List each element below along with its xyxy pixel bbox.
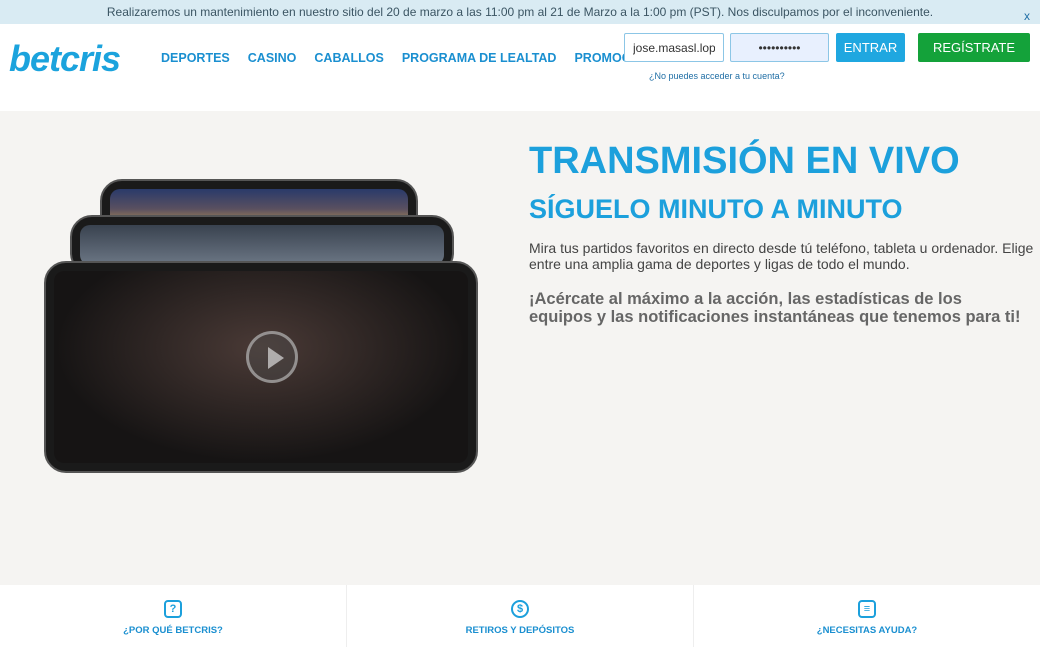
header: betcris DEPORTES CASINO CABALLOS PROGRAM… xyxy=(0,24,1040,111)
footer-links: ? ¿POR QUÉ BETCRIS? $ RETIROS Y DEPÓSITO… xyxy=(0,585,1040,647)
nav-deportes[interactable]: DEPORTES xyxy=(161,51,230,65)
why-betcris-link[interactable]: ? ¿POR QUÉ BETCRIS? xyxy=(0,585,347,647)
dollar-icon: $ xyxy=(511,600,529,618)
chat-icon: ≡ xyxy=(858,600,876,618)
nav-caballos[interactable]: CABALLOS xyxy=(314,51,383,65)
password-input[interactable] xyxy=(730,33,829,62)
banner-text: Realizaremos un mantenimiento en nuestro… xyxy=(106,5,934,19)
withdrawals-deposits-link[interactable]: $ RETIROS Y DEPÓSITOS xyxy=(347,585,694,647)
hero-text: Mira tus partidos favoritos en directo d… xyxy=(529,240,1034,272)
help-link[interactable]: ≡ ¿NECESITAS AYUDA? xyxy=(694,585,1040,647)
forgot-account-link[interactable]: ¿No puedes acceder a tu cuenta? xyxy=(649,71,785,81)
withdrawals-deposits-label: RETIROS Y DEPÓSITOS xyxy=(465,625,575,636)
why-betcris-label: ¿POR QUÉ BETCRIS? xyxy=(123,625,223,636)
close-icon[interactable]: x xyxy=(1024,6,1030,26)
maintenance-banner: Realizaremos un mantenimiento en nuestro… xyxy=(0,0,1040,24)
username-input[interactable] xyxy=(624,33,724,62)
nav-lealtad[interactable]: PROGRAMA DE LEALTAD xyxy=(402,51,557,65)
question-bubble-icon: ? xyxy=(164,600,182,618)
logo[interactable]: betcris xyxy=(9,38,121,80)
hero-subtitle: SÍGUELO MINUTO A MINUTO xyxy=(529,194,903,224)
main-nav: DEPORTES CASINO CABALLOS PROGRAMA DE LEA… xyxy=(161,51,670,65)
nav-casino[interactable]: CASINO xyxy=(248,51,297,65)
login-button[interactable]: ENTRAR xyxy=(836,33,905,62)
phone-image-front xyxy=(44,261,478,473)
help-label: ¿NECESITAS AYUDA? xyxy=(816,625,918,636)
register-button[interactable]: REGÍSTRATE xyxy=(918,33,1030,62)
hero-title: TRANSMISIÓN EN VIVO xyxy=(529,140,960,182)
hero-highlight: ¡Acércate al máximo a la acción, las est… xyxy=(529,290,1021,326)
play-icon[interactable] xyxy=(246,331,298,383)
